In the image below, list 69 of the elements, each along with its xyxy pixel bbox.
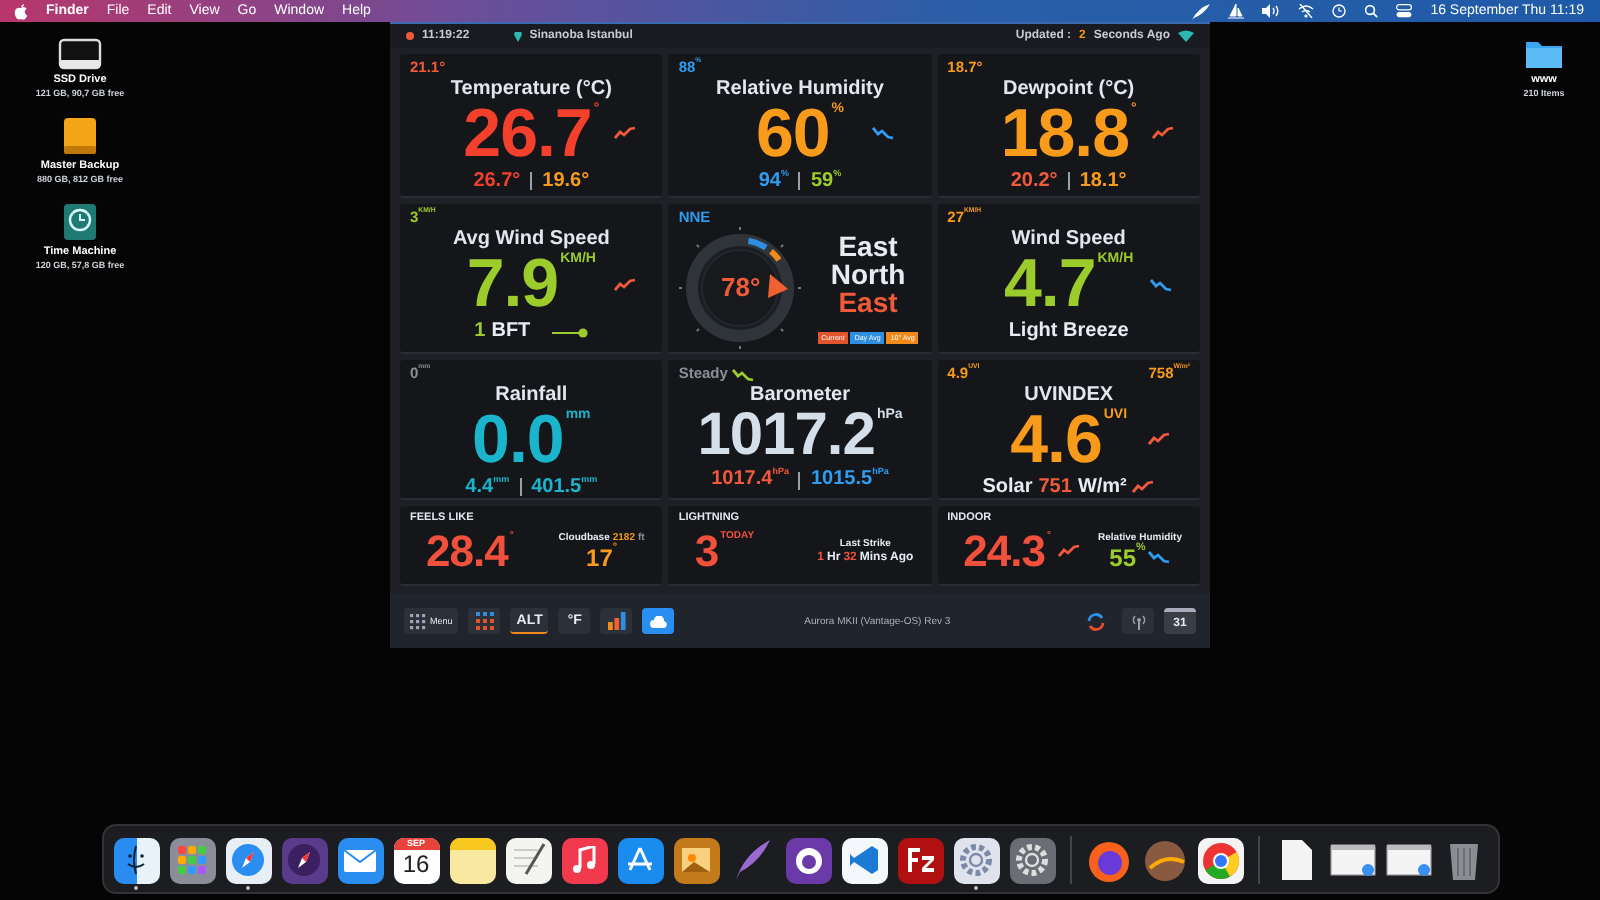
apple-logo-icon[interactable] [14, 3, 28, 19]
control-center-icon[interactable] [1396, 4, 1413, 18]
drive-icon [62, 116, 98, 156]
clock-icon[interactable] [1332, 4, 1347, 18]
reading: 751 [1038, 477, 1072, 497]
apps-button[interactable] [468, 608, 501, 634]
degrees-reading: 78° [720, 274, 761, 300]
feather-icon[interactable] [1192, 3, 1211, 19]
app-grid-icon[interactable] [169, 837, 215, 883]
sailboat-icon[interactable] [1228, 3, 1245, 19]
clock-drive-icon [62, 202, 98, 242]
reading: Light Breeze [1008, 322, 1129, 342]
reading: 17$^{°}$ [586, 545, 618, 569]
card-title: Relative Humidity [714, 77, 886, 99]
reading: BFT [491, 322, 531, 342]
reading: 55$^{%}$ [1109, 545, 1146, 569]
card-title: Wind Speed [1009, 228, 1128, 250]
antenna-icon [1131, 613, 1145, 629]
reading: 1 [474, 322, 486, 342]
reading: 20.2° [1010, 171, 1058, 191]
bar-chart-icon [607, 612, 626, 630]
reading: 18.1° [1079, 171, 1127, 191]
app-store-icon[interactable] [617, 837, 663, 883]
drive-icon [58, 38, 102, 70]
running-indicator [974, 885, 978, 889]
gear-icon[interactable] [953, 837, 999, 883]
card-title: Dewpoint (°C) [1000, 77, 1137, 99]
face-icon[interactable] [113, 837, 159, 883]
settings-icon[interactable] [1009, 837, 1055, 883]
photo-viewer-icon[interactable] [673, 837, 719, 883]
location-pin-icon [513, 31, 522, 41]
cloud-button[interactable] [642, 608, 675, 634]
calendar-day: 16 [402, 849, 430, 879]
running-indicator [134, 885, 138, 889]
direction-word: East [838, 287, 898, 315]
reading: 26.7° [473, 171, 521, 191]
card-title: Temperature (°C) [448, 77, 614, 99]
reading: Solar [982, 477, 1033, 497]
running-indicator [246, 885, 250, 889]
code-editor-icon[interactable] [841, 837, 887, 883]
grid-icon [475, 612, 494, 630]
card-title: Barometer [747, 384, 852, 406]
reading: W/m² [1077, 477, 1127, 497]
card-title: UVINDEX [1022, 383, 1116, 405]
status-dot-icon [406, 32, 414, 40]
compass-icon[interactable] [225, 837, 271, 883]
card-title: Rainfall [493, 383, 570, 405]
pen-paper-icon[interactable] [505, 837, 551, 883]
cloud-icon [649, 615, 668, 627]
chart-button[interactable] [600, 608, 633, 634]
sphere-icon[interactable] [1141, 837, 1187, 883]
wifi-icon [1178, 30, 1194, 42]
card-title: Avg Wind Speed [450, 228, 612, 250]
direction-word: East [838, 231, 898, 259]
search-icon[interactable] [1364, 4, 1379, 18]
speaker-icon[interactable] [1262, 4, 1281, 18]
grid-icon [410, 613, 426, 629]
fz-logo-icon[interactable] [897, 837, 943, 883]
antenna-button[interactable] [1122, 608, 1154, 634]
notepad-icon[interactable] [449, 837, 495, 883]
folder-icon [1523, 38, 1564, 70]
direction-word: North [830, 259, 906, 287]
reading: 19.6° [542, 171, 590, 191]
envelope-icon[interactable] [337, 837, 383, 883]
chrome-icon[interactable] [1197, 837, 1243, 883]
refresh-icon [1086, 611, 1106, 631]
fox-globe-icon[interactable] [1085, 837, 1131, 883]
music-note-icon[interactable] [561, 837, 607, 883]
wifi-off-icon[interactable] [1298, 4, 1315, 18]
